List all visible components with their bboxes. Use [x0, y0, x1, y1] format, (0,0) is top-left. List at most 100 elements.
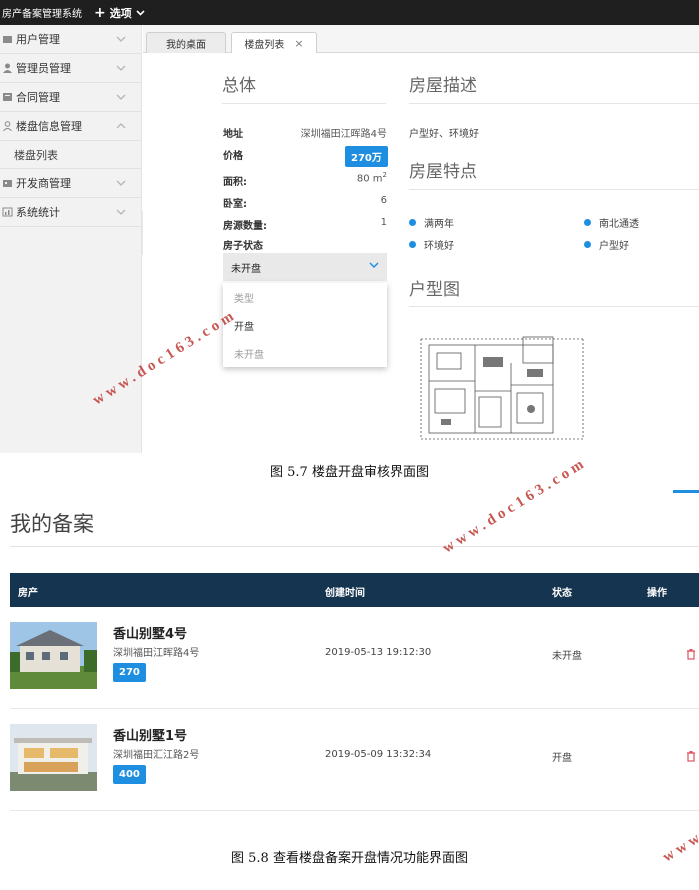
created-time: 2019-05-09 13:32:34 — [325, 749, 432, 760]
bullet-icon — [584, 219, 591, 226]
divider — [222, 103, 386, 104]
table-row: 香山别墅1号 深圳福田汇江路2号 400 2019-05-09 13:32:34… — [10, 709, 699, 811]
admin-icon — [3, 63, 12, 73]
stats-icon — [2, 207, 13, 217]
listing-count-value: 1 — [380, 217, 387, 228]
feature-label: 南北通透 — [599, 219, 639, 230]
price-badge: 270万 — [345, 146, 388, 167]
chevron-down-icon — [116, 36, 126, 42]
sidebar-item-developers[interactable]: 开发商管理 — [0, 169, 141, 198]
table-header: 房产 创建时间 状态 操作 — [10, 573, 699, 607]
trash-icon[interactable] — [685, 648, 697, 660]
contract-icon — [3, 93, 12, 101]
chevron-up-icon — [116, 123, 126, 129]
area-value: 80 m2 — [313, 171, 387, 184]
sidebar-item-label: 开发商管理 — [16, 177, 71, 190]
sidebar-item-label: 楼盘信息管理 — [16, 120, 82, 133]
plus-icon: + — [94, 4, 106, 21]
chevron-down-icon — [369, 262, 379, 269]
figure-5-8-caption: 图 5.8 查看楼盘备案开盘情况功能界面图 — [231, 851, 468, 866]
close-icon[interactable]: × — [294, 37, 303, 50]
property-name[interactable]: 香山别墅1号 — [113, 725, 187, 744]
table-row: 香山别墅4号 深圳福田江晖路4号 270 2019-05-13 19:12:30… — [10, 607, 699, 709]
sidebar-subitem-label: 楼盘列表 — [14, 148, 58, 162]
sidebar-item-contracts[interactable]: 合同管理 — [0, 83, 141, 112]
developer-icon — [3, 180, 12, 187]
tab-bar: 我的桌面 楼盘列表 × — [143, 25, 699, 54]
divider — [10, 546, 699, 547]
feature-item: 户型好 — [584, 237, 629, 252]
floorplan-image — [420, 336, 584, 440]
address-value: 深圳福田江晖路4号 — [300, 129, 387, 140]
status-text: 未开盘 — [552, 651, 582, 662]
divider — [409, 103, 699, 104]
address-label: 地址 — [223, 129, 243, 140]
column-header-actions: 操作 — [647, 588, 667, 599]
bullet-icon — [584, 241, 591, 248]
tab-my-desktop[interactable]: 我的桌面 — [146, 32, 226, 53]
status-selected-value: 未开盘 — [231, 263, 261, 275]
status-label: 房子状态 — [223, 241, 263, 252]
page: 房产备案管理系统 + 选项 用户管理 管理员管理 合同管理 楼盘信息管理 楼盘列… — [0, 0, 699, 890]
feature-label: 满两年 — [424, 219, 454, 230]
price-label: 价格 — [223, 151, 243, 162]
area-unit-superscript: 2 — [382, 171, 387, 179]
sidebar-subitem-property-list[interactable]: 楼盘列表 — [0, 141, 141, 169]
sidebar-item-admins[interactable]: 管理员管理 — [0, 54, 141, 83]
bedroom-value: 6 — [380, 195, 387, 206]
feature-item: 满两年 — [409, 215, 454, 230]
status-select[interactable]: 未开盘 — [223, 253, 387, 281]
area-number: 80 m — [356, 173, 383, 185]
sidebar-item-label: 用户管理 — [16, 33, 60, 46]
property-address: 深圳福田汇江路2号 — [113, 750, 200, 761]
figure-5-8-screenshot: 我的备案 房产 创建时间 状态 操作 香山别墅4号 深圳福田江晖路4号 270 — [0, 490, 699, 820]
price-badge: 270 — [113, 663, 146, 682]
sidebar-item-label: 管理员管理 — [16, 62, 71, 75]
bedroom-label: 卧室: — [223, 199, 247, 210]
property-name[interactable]: 香山别墅4号 — [113, 623, 187, 642]
price-badge: 400 — [113, 765, 146, 784]
bullet-icon — [409, 241, 416, 248]
user-group-icon — [3, 36, 12, 43]
feature-item: 南北通透 — [584, 215, 639, 230]
column-header-property: 房产 — [18, 588, 38, 599]
property-thumbnail — [10, 724, 97, 791]
feature-label: 户型好 — [599, 241, 629, 252]
sidebar-item-label: 系统统计 — [16, 206, 60, 219]
options-label: 选项 — [109, 6, 132, 20]
status-dropdown: 类型 开盘 未开盘 — [223, 283, 387, 367]
description-text: 户型好、环境好 — [409, 129, 479, 140]
chevron-down-icon — [116, 180, 126, 186]
chevron-down-icon — [136, 9, 145, 16]
chevron-down-icon — [116, 94, 126, 100]
sidebar-item-statistics[interactable]: 系统统计 — [0, 198, 141, 227]
status-option-type: 类型 — [234, 293, 254, 305]
listing-count-label: 房源数量: — [223, 221, 267, 232]
sidebar-item-label: 合同管理 — [16, 91, 60, 104]
area-label: 面积: — [223, 177, 247, 188]
trash-icon[interactable] — [685, 750, 697, 762]
created-time: 2019-05-13 19:12:30 — [325, 647, 432, 658]
tab-label: 楼盘列表 — [244, 40, 285, 51]
tab-property-list[interactable]: 楼盘列表 × — [231, 32, 317, 54]
chevron-down-icon — [116, 209, 126, 215]
property-thumbnail — [10, 622, 97, 689]
sidebar-item-users[interactable]: 用户管理 — [0, 25, 141, 54]
options-menu[interactable]: + 选项 — [94, 5, 145, 21]
status-option-not-open[interactable]: 未开盘 — [223, 339, 387, 367]
status-option-open[interactable]: 开盘 — [223, 311, 387, 339]
accent-bar — [673, 490, 699, 493]
divider — [409, 189, 699, 190]
sidebar-item-property-info[interactable]: 楼盘信息管理 — [0, 112, 141, 141]
page-title: 我的备案 — [10, 512, 94, 536]
app-title: 房产备案管理系统 — [2, 9, 82, 20]
floorplan-title: 户型图 — [409, 280, 460, 300]
chevron-down-icon — [116, 65, 126, 71]
features-title: 房屋特点 — [409, 162, 477, 182]
feature-label: 环境好 — [424, 241, 454, 252]
status-text: 开盘 — [552, 753, 572, 764]
overview-title: 总体 — [222, 76, 256, 96]
property-address: 深圳福田江晖路4号 — [113, 648, 200, 659]
property-detail-panel: 总体 地址 深圳福田江晖路4号 价格 270万 面积: 80 m2 卧室: 6 … — [143, 53, 699, 453]
top-navbar: 房产备案管理系统 + 选项 — [0, 0, 699, 25]
